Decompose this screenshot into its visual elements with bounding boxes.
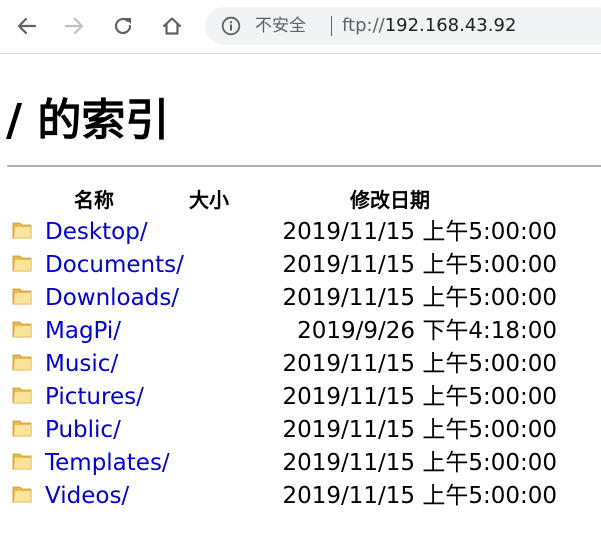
list-item: Public/2019/11/15 上午5:00:00 bbox=[0, 414, 601, 447]
folder-link[interactable]: Videos/ bbox=[45, 481, 129, 511]
modified-date: 2019/11/15 上午5:00:00 bbox=[282, 417, 557, 443]
folder-icon bbox=[12, 255, 32, 272]
column-header-size: 大小 bbox=[189, 188, 229, 212]
folder-icon bbox=[12, 321, 32, 338]
home-button[interactable] bbox=[157, 11, 187, 41]
column-header-name: 名称 bbox=[74, 188, 114, 212]
home-icon bbox=[162, 17, 182, 35]
modified-date: 2019/11/15 上午5:00:00 bbox=[282, 450, 557, 476]
folder-icon bbox=[12, 486, 32, 503]
arrow-left-icon bbox=[17, 17, 37, 35]
column-header-date: 修改日期 bbox=[350, 188, 430, 212]
list-item: Pictures/2019/11/15 上午5:00:00 bbox=[0, 381, 601, 414]
folder-icon bbox=[12, 288, 32, 305]
folder-icon bbox=[12, 354, 32, 371]
back-button[interactable] bbox=[12, 11, 42, 41]
folder-link[interactable]: Downloads/ bbox=[45, 283, 179, 313]
arrow-right-icon bbox=[64, 17, 84, 35]
folder-icon bbox=[12, 222, 32, 239]
folder-link[interactable]: Templates/ bbox=[45, 448, 170, 478]
modified-date: 2019/11/15 上午5:00:00 bbox=[282, 252, 557, 278]
file-list: Desktop/2019/11/15 上午5:00:00 Documents/20… bbox=[0, 216, 601, 513]
reload-icon bbox=[114, 17, 132, 35]
list-item: MagPi/2019/9/26 下午4:18:00 bbox=[0, 315, 601, 348]
url-host: 192.168.43.92 bbox=[384, 15, 517, 36]
folder-link[interactable]: Pictures/ bbox=[45, 382, 144, 412]
list-item: Downloads/2019/11/15 上午5:00:00 bbox=[0, 282, 601, 315]
folder-icon bbox=[12, 453, 32, 470]
list-item: Desktop/2019/11/15 上午5:00:00 bbox=[0, 216, 601, 249]
modified-date: 2019/11/15 上午5:00:00 bbox=[282, 285, 557, 311]
forward-button[interactable] bbox=[59, 11, 89, 41]
address-bar[interactable]: 不安全 ftp://192.168.43.92 bbox=[205, 7, 601, 45]
folder-link[interactable]: MagPi/ bbox=[45, 316, 121, 346]
list-item: Videos/2019/11/15 上午5:00:00 bbox=[0, 480, 601, 513]
info-icon[interactable] bbox=[221, 16, 241, 36]
folder-icon bbox=[12, 420, 32, 437]
list-item: Documents/2019/11/15 上午5:00:00 bbox=[0, 249, 601, 282]
folder-icon bbox=[12, 387, 32, 404]
security-status-label[interactable]: 不安全 bbox=[255, 16, 306, 36]
folder-link[interactable]: Desktop/ bbox=[45, 217, 148, 247]
modified-date: 2019/11/15 上午5:00:00 bbox=[282, 483, 557, 509]
url-scheme: ftp:// bbox=[342, 15, 385, 36]
reload-button[interactable] bbox=[108, 11, 138, 41]
modified-date: 2019/9/26 下午4:18:00 bbox=[297, 318, 557, 344]
modified-date: 2019/11/15 上午5:00:00 bbox=[282, 384, 557, 410]
browser-toolbar: 不安全 ftp://192.168.43.92 bbox=[0, 0, 601, 54]
address-divider bbox=[331, 16, 332, 36]
modified-date: 2019/11/15 上午5:00:00 bbox=[282, 219, 557, 245]
folder-link[interactable]: Music/ bbox=[45, 349, 118, 379]
modified-date: 2019/11/15 上午5:00:00 bbox=[282, 351, 557, 377]
list-item: Music/2019/11/15 上午5:00:00 bbox=[0, 348, 601, 381]
url-text[interactable]: ftp://192.168.43.92 bbox=[342, 16, 516, 36]
title-divider bbox=[7, 165, 601, 167]
folder-link[interactable]: Public/ bbox=[45, 415, 121, 445]
list-item: Templates/2019/11/15 上午5:00:00 bbox=[0, 447, 601, 480]
folder-link[interactable]: Documents/ bbox=[45, 250, 184, 280]
page-title: / 的索引 bbox=[6, 95, 170, 146]
